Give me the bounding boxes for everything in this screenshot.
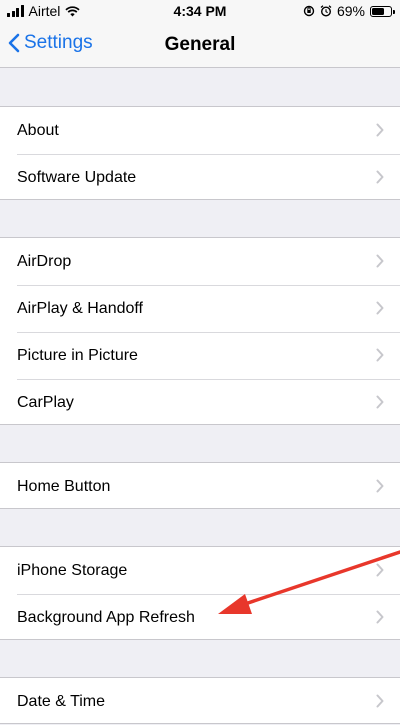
chevron-right-icon bbox=[376, 348, 384, 362]
list-item-label: Date & Time bbox=[17, 692, 106, 710]
list-item-label: About bbox=[17, 121, 59, 139]
chevron-right-icon bbox=[376, 395, 384, 409]
page-title: General bbox=[164, 34, 236, 55]
settings-group-info: About Software Update bbox=[0, 106, 400, 200]
list-item-carplay[interactable]: CarPlay bbox=[0, 379, 400, 426]
settings-group-home-button: Home Button bbox=[0, 462, 400, 509]
battery-icon bbox=[370, 5, 395, 17]
battery-percent: 69% bbox=[336, 3, 365, 19]
list-item-date-time[interactable]: Date & Time bbox=[0, 678, 400, 725]
settings-group-storage: iPhone Storage Background App Refresh bbox=[0, 546, 400, 640]
alarm-icon bbox=[320, 5, 332, 17]
chevron-right-icon bbox=[376, 610, 384, 624]
list-item-airplay-handoff[interactable]: AirPlay & Handoff bbox=[0, 285, 400, 332]
list-item-label: iPhone Storage bbox=[17, 561, 128, 579]
chevron-right-icon bbox=[376, 694, 384, 708]
list-item-home-button[interactable]: Home Button bbox=[0, 463, 400, 510]
status-bar: Airtel 4:34 PM 69% bbox=[0, 0, 400, 22]
settings-group-date-time: Date & Time bbox=[0, 677, 400, 724]
chevron-right-icon bbox=[376, 301, 384, 315]
list-item-label: AirPlay & Handoff bbox=[17, 299, 143, 317]
list-item-label: AirDrop bbox=[17, 252, 72, 270]
screen-lock-icon bbox=[303, 5, 315, 17]
navigation-bar: Settings General bbox=[0, 22, 400, 68]
list-item-label: Software Update bbox=[17, 168, 137, 186]
list-item-airdrop[interactable]: AirDrop bbox=[0, 238, 400, 285]
list-item-about[interactable]: About bbox=[0, 107, 400, 154]
list-item-background-app-refresh[interactable]: Background App Refresh bbox=[0, 594, 400, 641]
list-item-picture-in-picture[interactable]: Picture in Picture bbox=[0, 332, 400, 379]
list-item-label: Picture in Picture bbox=[17, 346, 138, 364]
list-item-label: CarPlay bbox=[17, 393, 74, 411]
chevron-right-icon bbox=[376, 170, 384, 184]
list-item-iphone-storage[interactable]: iPhone Storage bbox=[0, 547, 400, 594]
list-item-label: Background App Refresh bbox=[17, 608, 195, 626]
list-item-label: Home Button bbox=[17, 477, 111, 495]
chevron-right-icon bbox=[376, 479, 384, 493]
list-item-software-update[interactable]: Software Update bbox=[0, 154, 400, 201]
settings-group-connectivity: AirDrop AirPlay & Handoff Picture in Pic… bbox=[0, 237, 400, 425]
chevron-right-icon bbox=[376, 254, 384, 268]
chevron-right-icon bbox=[376, 563, 384, 577]
chevron-right-icon bbox=[376, 123, 384, 137]
